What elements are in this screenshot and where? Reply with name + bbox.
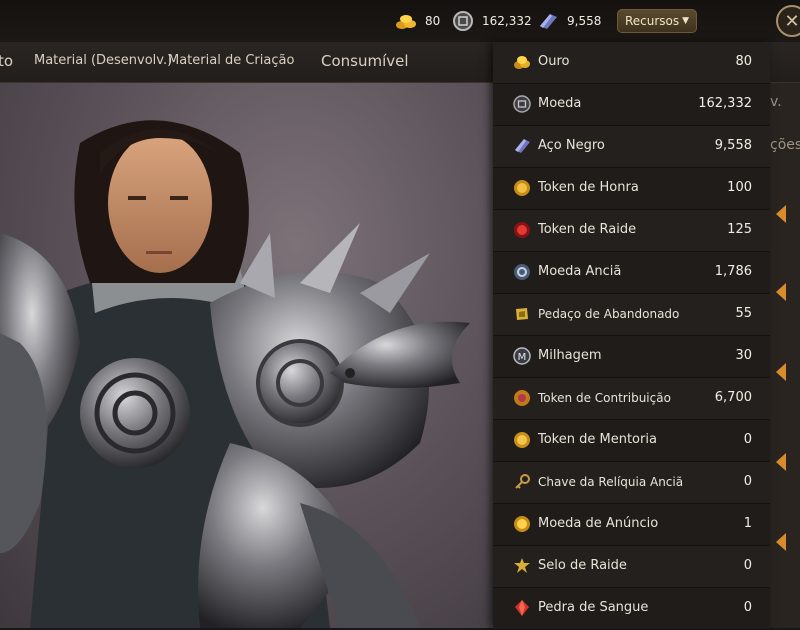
- resource-row-black-steel[interactable]: Aço Negro 9,558: [493, 126, 770, 168]
- resource-value: 0: [743, 432, 752, 447]
- expand-arrow-icon[interactable]: [776, 453, 786, 471]
- ad-coin-icon: [514, 516, 530, 532]
- resource-row-coin[interactable]: Moeda 162,332: [493, 84, 770, 126]
- close-button[interactable]: ✕: [776, 5, 800, 37]
- tab-development-material[interactable]: Material (Desenvolv.): [34, 53, 172, 68]
- resource-name: Moeda Anciã: [538, 264, 622, 279]
- resource-row-ad-coin[interactable]: Moeda de Anúncio 1: [493, 504, 770, 546]
- resource-value: 0: [743, 558, 752, 573]
- resource-value: 100: [727, 180, 752, 195]
- resource-value: 80: [735, 54, 752, 69]
- resources-dropdown-panel: Ouro 80 Moeda 162,332 Aço Negro 9,558 To…: [493, 42, 770, 630]
- resource-row-gold[interactable]: Ouro 80: [493, 42, 770, 84]
- resource-name: Token de Mentoria: [538, 432, 657, 447]
- mentor-token-icon: [514, 432, 530, 448]
- resource-value: 1,786: [714, 264, 752, 279]
- resource-name: Token de Raide: [538, 222, 637, 237]
- blood-stone-icon: [515, 600, 529, 616]
- resource-value: 9,558: [714, 138, 752, 153]
- raid-token-icon: [514, 222, 530, 238]
- black-steel-icon: [515, 139, 530, 153]
- resource-name: Ouro: [538, 54, 570, 69]
- gold-amount: 80: [425, 14, 441, 28]
- resource-row-raid-seal[interactable]: Selo de Raide 0: [493, 546, 770, 588]
- expand-arrow-icon[interactable]: [776, 283, 786, 301]
- resource-name: Moeda: [538, 96, 582, 111]
- resource-value: 125: [727, 222, 752, 237]
- mileage-icon: M: [513, 347, 531, 365]
- gold-coins-icon: [396, 15, 416, 29]
- resource-value: 0: [743, 474, 752, 489]
- expand-arrow-icon[interactable]: [776, 533, 786, 551]
- resource-top-bar: 80 162,332 9,558 Recursos ▼ ✕: [0, 0, 800, 42]
- gold-coins-icon: [514, 56, 530, 69]
- resource-name: Pedra de Sangue: [538, 600, 649, 615]
- ancient-coin-icon: [514, 264, 530, 280]
- side-label-top: v.: [770, 94, 782, 110]
- raid-seal-icon: [514, 558, 530, 573]
- resource-name: Token de Honra: [538, 180, 639, 195]
- resource-name: Milhagem: [538, 348, 602, 363]
- resource-value: 1: [743, 516, 752, 531]
- resource-row-contribution-token[interactable]: Token de Contribuição 6,700: [493, 378, 770, 420]
- resource-name: Token de Contribuição: [538, 391, 671, 405]
- tab-consumable[interactable]: Consumível: [321, 52, 409, 70]
- caret-down-icon: ▼: [682, 16, 690, 26]
- resource-row-mentor-token[interactable]: Token de Mentoria 0: [493, 420, 770, 462]
- resource-row-relic-key[interactable]: Chave da Relíquia Anciã 0: [493, 462, 770, 504]
- resource-name: Pedaço de Abandonado: [538, 307, 680, 321]
- black-steel-icon: [540, 14, 557, 29]
- steel-resource: 9,558: [537, 10, 601, 32]
- resources-dropdown-button[interactable]: Recursos ▼: [617, 9, 697, 33]
- resource-row-blood-stone[interactable]: Pedra de Sangue 0: [493, 588, 770, 630]
- resource-row-abandoned-piece[interactable]: Pedaço de Abandonado 55: [493, 294, 770, 336]
- coin-icon: [513, 95, 531, 113]
- abandoned-piece-icon: [516, 308, 528, 320]
- resource-value: 162,332: [698, 96, 752, 111]
- resource-row-raid-token[interactable]: Token de Raide 125: [493, 210, 770, 252]
- resource-value: 6,700: [714, 390, 752, 405]
- honor-token-icon: [514, 180, 530, 196]
- expand-arrow-icon[interactable]: [776, 363, 786, 381]
- resource-value: 30: [735, 348, 752, 363]
- relic-key-icon: [515, 474, 530, 489]
- close-icon: ✕: [784, 10, 800, 32]
- gold-resource: 80: [395, 10, 440, 32]
- resource-name: Aço Negro: [538, 138, 605, 153]
- coin-amount: 162,332: [482, 14, 532, 28]
- resource-value: 0: [743, 600, 752, 615]
- character-preview: [0, 83, 493, 628]
- side-label-second: ções: [770, 137, 800, 153]
- armored-character-illustration: [0, 120, 470, 628]
- resource-value: 55: [735, 306, 752, 321]
- side-panel-partial: v. ções: [770, 83, 800, 628]
- resource-name: Moeda de Anúncio: [538, 516, 659, 531]
- resources-dropdown-label: Recursos: [624, 14, 680, 28]
- contribution-token-icon: [514, 390, 530, 406]
- svg-text:M: M: [518, 352, 527, 363]
- expand-arrow-icon[interactable]: [776, 205, 786, 223]
- resource-name: Selo de Raide: [538, 558, 627, 573]
- resource-row-honor-token[interactable]: Token de Honra 100: [493, 168, 770, 210]
- steel-amount: 9,558: [567, 14, 602, 28]
- resource-name: Chave da Relíquia Anciã: [538, 475, 684, 489]
- coin-icon: [453, 11, 473, 31]
- resource-row-ancient-coin[interactable]: Moeda Anciã 1,786: [493, 252, 770, 294]
- tab-crafting-material[interactable]: Material de Criação: [168, 53, 294, 68]
- tab-partial[interactable]: to: [0, 52, 13, 70]
- coin-resource: 162,332: [452, 10, 532, 32]
- resource-row-mileage[interactable]: M Milhagem 30: [493, 336, 770, 378]
